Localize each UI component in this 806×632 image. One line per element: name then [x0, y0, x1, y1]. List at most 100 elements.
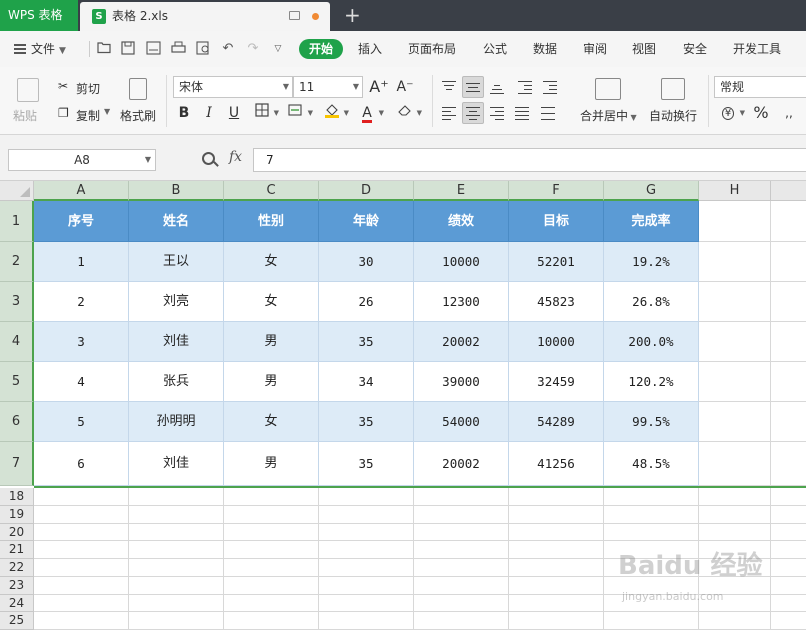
empty-cell[interactable]	[771, 612, 806, 630]
table-cell[interactable]: 刘佳	[129, 442, 224, 486]
align-center-icon[interactable]	[462, 102, 484, 124]
empty-cell[interactable]	[604, 505, 699, 524]
table-header-cell[interactable]: 姓名	[129, 201, 224, 242]
empty-cell[interactable]	[129, 559, 224, 577]
row-header-2[interactable]: 2	[0, 242, 34, 282]
empty-cell[interactable]	[771, 595, 806, 613]
cell-style-icon[interactable]: ▼	[285, 102, 313, 124]
monitor-icon[interactable]	[289, 11, 300, 20]
empty-cell[interactable]	[771, 506, 806, 524]
empty-cell[interactable]	[414, 612, 509, 630]
table-header-cell[interactable]: 绩效	[414, 201, 509, 242]
table-cell[interactable]: 41256	[509, 442, 604, 486]
merge-center-icon[interactable]	[595, 78, 621, 100]
paste-icon[interactable]	[17, 78, 39, 102]
empty-cell[interactable]	[509, 541, 604, 559]
empty-cell[interactable]	[509, 559, 604, 577]
align-left-icon[interactable]	[438, 102, 460, 124]
thousands-separator-button[interactable]: ,,	[778, 102, 800, 124]
empty-cell[interactable]	[699, 612, 771, 630]
formula-input[interactable]: 7	[253, 148, 806, 172]
insert-function-button[interactable]: fx	[229, 149, 242, 165]
row-header-5[interactable]: 5	[0, 362, 34, 402]
table-cell[interactable]: 5	[34, 402, 129, 442]
empty-cell[interactable]	[224, 488, 319, 506]
table-cell[interactable]: 20002	[414, 322, 509, 362]
table-cell[interactable]: 王以	[129, 242, 224, 282]
empty-cell[interactable]	[34, 576, 129, 595]
chevron-down-icon[interactable]: ▼	[104, 107, 110, 116]
empty-cell[interactable]	[771, 524, 806, 542]
empty-cell[interactable]	[771, 541, 806, 559]
empty-cell[interactable]	[34, 541, 129, 559]
table-cell[interactable]: 45823	[509, 282, 604, 322]
save-icon[interactable]	[120, 41, 136, 57]
tab-view[interactable]: 视图	[632, 31, 656, 67]
empty-cell[interactable]	[771, 488, 806, 506]
empty-cell[interactable]	[129, 612, 224, 630]
decrease-indent-icon[interactable]	[514, 76, 536, 98]
empty-cell[interactable]	[509, 576, 604, 595]
table-cell[interactable]: 52201	[509, 242, 604, 282]
table-cell[interactable]: 男	[224, 442, 319, 486]
empty-cell[interactable]	[224, 612, 319, 630]
column-header-g[interactable]: G	[604, 181, 699, 201]
column-header-h[interactable]: H	[699, 181, 771, 201]
copy-button[interactable]: 复制	[76, 107, 100, 124]
table-cell[interactable]: 19.2%	[604, 242, 699, 282]
format-painter-icon[interactable]	[129, 78, 147, 100]
column-header-d[interactable]: D	[319, 181, 414, 201]
empty-cell[interactable]	[699, 322, 771, 362]
empty-cell[interactable]	[771, 242, 806, 282]
distributed-align-icon[interactable]	[537, 102, 559, 124]
cut-button[interactable]: 剪切	[76, 80, 100, 97]
empty-cell[interactable]	[224, 541, 319, 559]
table-cell[interactable]: 6	[34, 442, 129, 486]
table-cell[interactable]: 120.2%	[604, 362, 699, 402]
table-header-cell[interactable]: 年龄	[319, 201, 414, 242]
column-header-f[interactable]: F	[509, 181, 604, 201]
table-cell[interactable]: 女	[224, 402, 319, 442]
print-preview-icon[interactable]	[195, 41, 211, 57]
table-cell[interactable]: 刘佳	[129, 322, 224, 362]
empty-cell[interactable]	[414, 505, 509, 524]
row-header-6[interactable]: 6	[0, 402, 34, 442]
empty-cell[interactable]	[224, 559, 319, 577]
table-cell[interactable]: 20002	[414, 442, 509, 486]
zoom-search-icon[interactable]	[202, 152, 215, 165]
empty-cell[interactable]	[699, 242, 771, 282]
empty-cell[interactable]	[509, 612, 604, 630]
empty-cell[interactable]	[414, 559, 509, 577]
customize-toolbar-icon[interactable]: ▽	[270, 41, 286, 57]
empty-cell[interactable]	[509, 488, 604, 506]
tab-home[interactable]: 开始	[299, 39, 344, 59]
wrap-text-button[interactable]: 自动换行	[649, 107, 697, 124]
table-cell[interactable]: 女	[224, 242, 319, 282]
empty-cell[interactable]	[771, 442, 806, 486]
column-header-overflow[interactable]	[771, 181, 806, 201]
empty-cell[interactable]	[319, 594, 414, 613]
clear-eraser-icon[interactable]: ▼	[394, 102, 422, 124]
empty-cell[interactable]	[34, 523, 129, 542]
empty-cell[interactable]	[129, 523, 224, 542]
table-header-cell[interactable]: 完成率	[604, 201, 699, 242]
empty-cell[interactable]	[129, 576, 224, 595]
empty-cell[interactable]	[319, 559, 414, 577]
wrap-text-icon[interactable]	[661, 78, 685, 100]
empty-cell[interactable]	[319, 541, 414, 559]
row-header-18[interactable]: 18	[0, 488, 34, 506]
tab-insert[interactable]: 插入	[358, 31, 382, 67]
add-tab-button[interactable]: +	[344, 4, 361, 26]
empty-cell[interactable]	[319, 612, 414, 630]
row-header-24[interactable]: 24	[0, 594, 34, 613]
empty-cell[interactable]	[699, 201, 771, 242]
empty-cell[interactable]	[771, 577, 806, 595]
table-header-cell[interactable]: 序号	[34, 201, 129, 242]
column-header-c[interactable]: C	[224, 181, 319, 201]
table-cell[interactable]: 26.8%	[604, 282, 699, 322]
tab-review[interactable]: 审阅	[583, 31, 607, 67]
column-header-b[interactable]: B	[129, 181, 224, 201]
table-cell[interactable]: 35	[319, 322, 414, 362]
tab-developer[interactable]: 开发工具	[733, 31, 781, 67]
table-cell[interactable]: 30	[319, 242, 414, 282]
